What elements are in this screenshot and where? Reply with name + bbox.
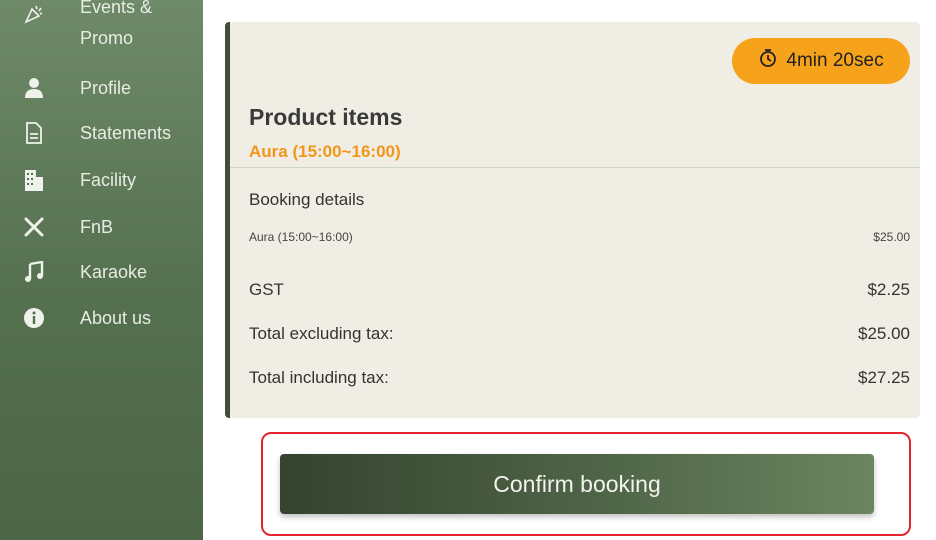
user-icon (22, 76, 46, 100)
building-icon (22, 168, 46, 192)
info-icon (22, 306, 46, 330)
total-excl-value: $25.00 (858, 324, 910, 343)
sidebar-item-label: Karaoke (80, 261, 148, 282)
sidebar: Events & Promo Profile Statements Facili… (0, 0, 203, 540)
confirm-booking-button[interactable]: Confirm booking (280, 454, 874, 514)
product-subtitle: Aura (15:00~16:00) (249, 142, 401, 161)
section-title: Product items (249, 104, 403, 130)
divider (230, 167, 920, 168)
total-incl-value: $27.25 (858, 368, 910, 387)
sidebar-item-facility[interactable]: Facility (0, 160, 203, 200)
sidebar-item-statements[interactable]: Statements (0, 113, 203, 153)
total-excl-label: Total excluding tax: (249, 324, 394, 343)
countdown-timer: 4min 20sec (732, 38, 910, 84)
timer-text: 4min 20sec (786, 50, 884, 71)
document-icon (22, 121, 46, 145)
sidebar-item-label: Facility (80, 169, 137, 190)
line-item-label: Aura (15:00~16:00) (249, 230, 353, 244)
main-content: 4min 20sec Product items Aura (15:00~16:… (203, 0, 936, 540)
sidebar-item-label: Events & (80, 0, 153, 17)
total-incl-label: Total including tax: (249, 368, 389, 387)
gst-label: GST (249, 280, 284, 299)
sidebar-item-label: Promo (80, 28, 134, 48)
stopwatch-icon (758, 48, 778, 74)
sidebar-item-label: About us (80, 307, 152, 328)
sidebar-item-karaoke[interactable]: Karaoke (0, 252, 203, 292)
sidebar-item-about[interactable]: About us (0, 298, 203, 338)
sidebar-item-fnb[interactable]: FnB (0, 207, 203, 247)
sidebar-item-label: Statements (80, 122, 172, 143)
line-item-value: $25.00 (873, 230, 910, 244)
sidebar-item-label: Profile (80, 77, 132, 98)
sidebar-item-label: FnB (80, 216, 114, 237)
music-note-icon (22, 260, 46, 284)
utensils-icon (22, 215, 46, 239)
gst-value: $2.25 (867, 280, 910, 299)
booking-details-heading: Booking details (249, 190, 365, 209)
confetti-icon (22, 2, 46, 26)
order-summary-card: 4min 20sec Product items Aura (15:00~16:… (225, 22, 920, 418)
sidebar-item-events-promo[interactable]: Events & Promo (0, 0, 203, 58)
sidebar-item-profile[interactable]: Profile (0, 68, 203, 108)
